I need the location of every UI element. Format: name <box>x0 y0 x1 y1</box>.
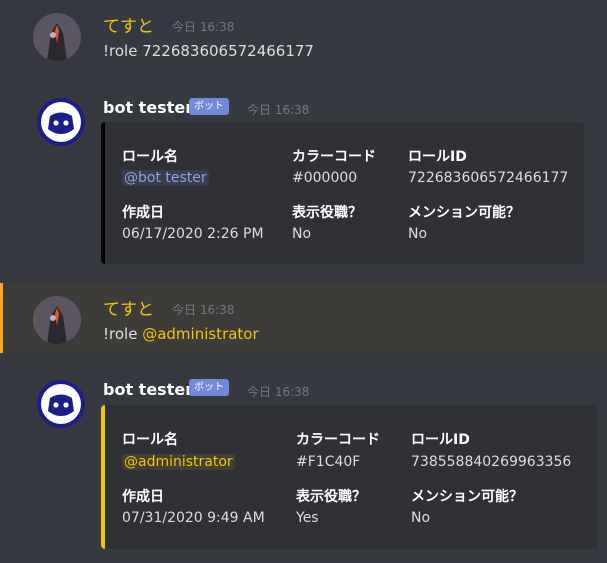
field-value: 07/31/2020 9:49 AM <box>122 510 265 526</box>
field-name: ロール名 <box>122 149 178 165</box>
discord-logo-icon <box>41 102 81 142</box>
message: てすと 今日 16:38 !role 722683606572466177 <box>0 0 607 80</box>
field-name: カラーコード <box>296 432 380 448</box>
timestamp: 今日 16:38 <box>172 303 235 317</box>
timestamp: 今日 16:38 <box>247 103 310 117</box>
message-text: !role <box>103 325 143 343</box>
message: bot tester ボット 今日 16:38 ロール名 @bot tester… <box>0 86 607 276</box>
embed-color-bar <box>101 405 105 549</box>
discord-logo-icon <box>41 384 81 424</box>
role-mention[interactable]: @administrator <box>122 454 235 470</box>
role-mention[interactable]: @bot tester <box>122 170 209 186</box>
user-avatar[interactable] <box>33 296 81 344</box>
field-name: 作成日 <box>122 205 164 221</box>
message-content: !role @administrator <box>103 325 259 343</box>
field-value: @bot tester <box>122 170 209 186</box>
bot-badge: ボット <box>189 98 229 115</box>
field-value: No <box>292 226 312 242</box>
timestamp: 今日 16:38 <box>247 385 310 399</box>
username[interactable]: てすと <box>103 295 154 320</box>
field-name: メンション可能？ <box>408 205 520 221</box>
field-value: #000000 <box>292 170 358 186</box>
message: bot tester ボット 今日 16:38 ロール名 @administra… <box>0 368 607 563</box>
role-mention[interactable]: @administrator <box>142 325 258 343</box>
field-value: @administrator <box>122 454 235 470</box>
field-value: Yes <box>296 510 319 526</box>
field-value: #F1C40F <box>296 454 361 470</box>
embed-color-bar <box>101 122 105 264</box>
field-value: 722683606572466177 <box>408 170 569 186</box>
field-value: 738558840269963356 <box>411 454 572 470</box>
field-name: カラーコード <box>292 149 376 165</box>
field-name: 表示役職？ <box>296 489 366 505</box>
bot-avatar[interactable] <box>37 380 85 428</box>
field-name: 作成日 <box>122 489 164 505</box>
message-content: !role 722683606572466177 <box>103 42 314 60</box>
username[interactable]: bot tester <box>103 98 193 117</box>
username[interactable]: bot tester <box>103 380 193 399</box>
role-embed: ロール名 @administrator カラーコード #F1C40F ロールID… <box>101 405 598 549</box>
field-value: No <box>411 510 431 526</box>
bot-badge: ボット <box>189 379 229 396</box>
username[interactable]: てすと <box>103 12 154 37</box>
bot-avatar[interactable] <box>37 98 85 146</box>
field-name: メンション可能？ <box>411 489 523 505</box>
field-name: ロールID <box>408 149 467 165</box>
role-embed: ロール名 @bot tester カラーコード #000000 ロールID 72… <box>101 122 584 264</box>
message-highlighted: てすと 今日 16:38 !role @administrator <box>0 283 607 353</box>
field-value: No <box>408 226 428 242</box>
timestamp: 今日 16:38 <box>172 20 235 34</box>
field-name: ロール名 <box>122 432 178 448</box>
field-value: 06/17/2020 2:26 PM <box>122 226 264 242</box>
user-avatar[interactable] <box>33 13 81 61</box>
field-name: ロールID <box>411 432 470 448</box>
field-name: 表示役職？ <box>292 205 362 221</box>
